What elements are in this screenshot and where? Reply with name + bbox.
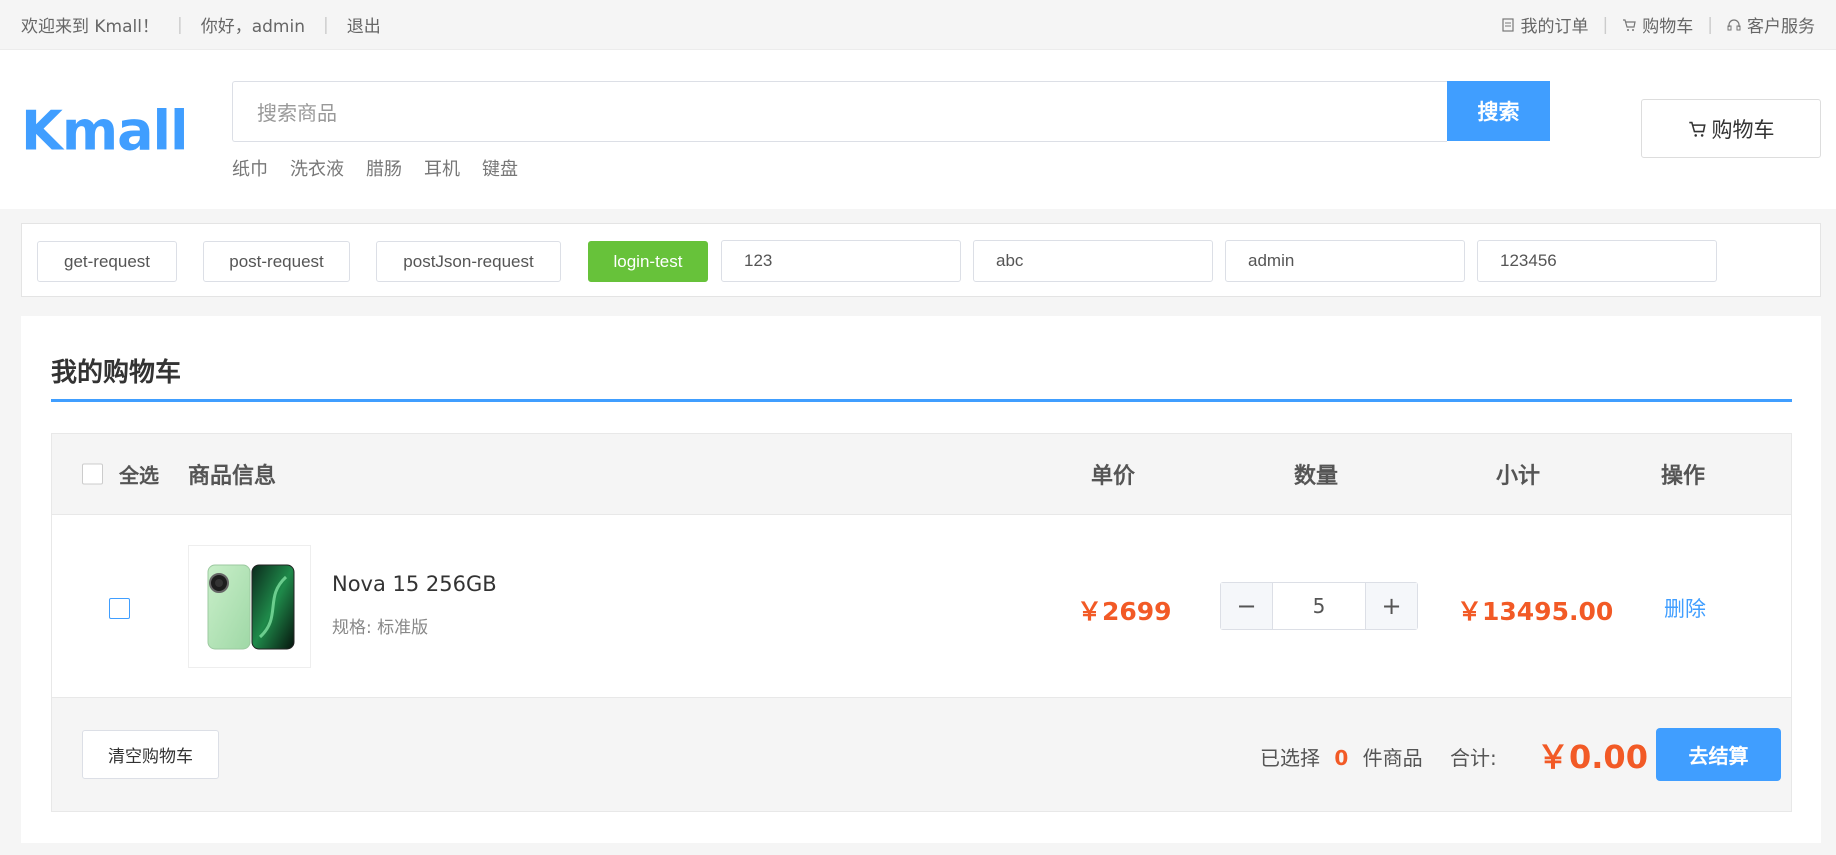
header-cart-button[interactable]: 购物车 (1641, 99, 1821, 158)
post-request-button[interactable]: post-request (203, 241, 350, 282)
decrement-button[interactable]: − (1221, 583, 1272, 629)
top-bar-right: 我的订单 | 购物车 | 客户服务 (1501, 12, 1815, 37)
login-test-button[interactable]: login-test (588, 241, 708, 282)
customer-service-link[interactable]: 客户服务 (1727, 12, 1815, 37)
top-cart-label: 购物车 (1642, 17, 1694, 37)
header-cart-label: 购物车 (1711, 117, 1775, 142)
search-input[interactable]: 搜索商品 (232, 81, 1447, 142)
headset-icon (1727, 18, 1741, 30)
hot-word[interactable]: 纸巾 (232, 155, 268, 181)
selected-suffix: 件商品 (1362, 746, 1423, 770)
header: Kmall 搜索商品 搜索 纸巾 洗衣液 腊肠 耳机 键盘 购物车 (0, 50, 1836, 209)
table-header: 全选 商品信息 单价 数量 小计 操作 (52, 434, 1791, 515)
selected-count: 0 (1334, 746, 1349, 770)
test-input-1[interactable]: 123 (721, 240, 961, 282)
divider: | (1602, 14, 1609, 35)
logo[interactable]: Kmall (21, 100, 189, 163)
unit-price: ￥2699 (1077, 597, 1172, 626)
hot-word[interactable]: 键盘 (482, 155, 518, 181)
divider: | (176, 14, 183, 35)
clear-cart-button[interactable]: 清空购物车 (82, 730, 219, 779)
user-greeting: 你好，admin (200, 17, 305, 37)
select-all-checkbox[interactable] (82, 463, 103, 485)
hot-word[interactable]: 耳机 (424, 155, 460, 181)
total-amount: ￥0.00 (1537, 738, 1648, 776)
cart-table: 全选 商品信息 单价 数量 小计 操作 Nova 15 256GB 规格: 标准… (51, 433, 1792, 812)
cart-icon (1688, 121, 1706, 137)
postjson-request-button[interactable]: postJson-request (376, 241, 561, 282)
test-input-4[interactable]: 123456 (1477, 240, 1717, 282)
top-bar: 欢迎来到 Kmall！ | 你好，admin | 退出 我的订单 | 购物车 |… (0, 0, 1836, 50)
cart-icon (1623, 18, 1636, 31)
logout-link[interactable]: 退出 (347, 12, 381, 37)
product-spec: 规格: 标准版 (332, 618, 429, 638)
subtotal: ￥13495.00 (1457, 597, 1614, 626)
increment-button[interactable]: + (1366, 583, 1417, 629)
total-label: 合计: (1450, 746, 1497, 770)
checkout-button[interactable]: 去结算 (1656, 728, 1781, 781)
top-bar-left: 欢迎来到 Kmall！ | 你好，admin | 退出 (21, 12, 381, 38)
search-bar: 搜索商品 搜索 (232, 81, 1550, 142)
page-title: 我的购物车 (51, 358, 182, 388)
col-subtotal: 小计 (1496, 464, 1541, 489)
col-product-info: 商品信息 (188, 464, 277, 489)
item-checkbox[interactable] (109, 598, 130, 619)
col-quantity: 数量 (1294, 464, 1339, 489)
divider: | (323, 14, 329, 35)
product-image[interactable] (188, 545, 311, 668)
select-all-label[interactable]: 全选 (119, 460, 159, 489)
test-input-2[interactable]: abc (973, 240, 1213, 282)
table-row: Nova 15 256GB 规格: 标准版 ￥2699 − 5 + ￥13495… (52, 515, 1791, 698)
my-orders-link[interactable]: 我的订单 (1501, 12, 1589, 37)
product-name[interactable]: Nova 15 256GB (332, 572, 497, 596)
phone-image (207, 564, 294, 649)
hot-word[interactable]: 洗衣液 (290, 155, 344, 181)
selected-prefix: 已选择 (1260, 746, 1320, 770)
quantity-input[interactable]: 5 (1272, 583, 1366, 629)
col-action: 操作 (1661, 464, 1706, 489)
welcome-text: 欢迎来到 Kmall！ (21, 17, 159, 37)
top-cart-link[interactable]: 购物车 (1622, 12, 1693, 37)
get-request-button[interactable]: get-request (37, 241, 177, 282)
my-orders-label: 我的订单 (1520, 17, 1589, 37)
document-icon (1501, 17, 1514, 32)
cart-footer: 清空购物车 已选择 0 件商品 合计: ￥0.00 去结算 (52, 698, 1791, 811)
cart-panel: 我的购物车 全选 商品信息 单价 数量 小计 操作 Nova 15 256GB … (21, 316, 1821, 843)
hot-words: 纸巾 洗衣液 腊肠 耳机 键盘 (232, 155, 518, 181)
quantity-stepper: − 5 + (1220, 582, 1418, 630)
title-underline (51, 399, 1792, 402)
col-unit-price: 单价 (1091, 464, 1136, 489)
delete-link[interactable]: 删除 (1664, 593, 1706, 623)
request-test-bar: get-request post-request postJson-reques… (21, 223, 1821, 297)
search-button[interactable]: 搜索 (1447, 81, 1550, 141)
divider: | (1707, 14, 1713, 35)
selected-summary: 已选择 0 件商品 (1260, 742, 1423, 771)
hot-word[interactable]: 腊肠 (366, 155, 402, 181)
test-input-3[interactable]: admin (1225, 240, 1465, 282)
customer-service-label: 客户服务 (1747, 17, 1815, 37)
